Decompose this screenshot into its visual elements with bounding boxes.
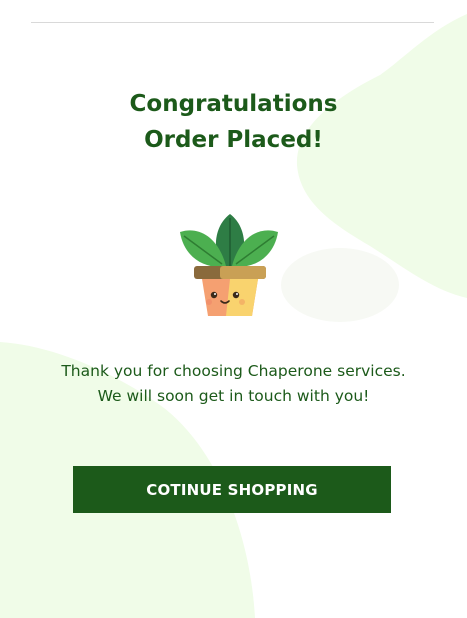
background-smudge bbox=[281, 248, 399, 322]
top-divider bbox=[31, 22, 434, 23]
page-title: Congratulations Order Placed! bbox=[0, 86, 467, 158]
continue-shopping-button[interactable]: COTINUE SHOPPING bbox=[73, 466, 391, 513]
title-line-congratulations: Congratulations bbox=[129, 91, 338, 117]
thank-you-message: Thank you for choosing Chaperone service… bbox=[0, 359, 467, 409]
message-line-contact: We will soon get in touch with you! bbox=[97, 387, 370, 405]
potted-plant-icon bbox=[180, 214, 278, 316]
message-line-thanks: Thank you for choosing Chaperone service… bbox=[61, 362, 406, 380]
title-line-order-placed: Order Placed! bbox=[144, 127, 323, 153]
order-confirmation-page: Congratulations Order Placed! Thank you … bbox=[0, 0, 467, 618]
